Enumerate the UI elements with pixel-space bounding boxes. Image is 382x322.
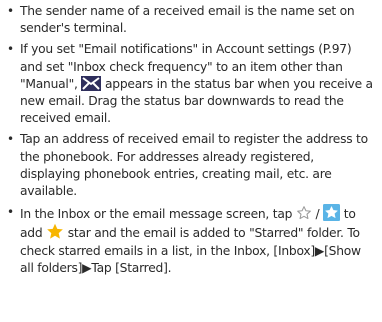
- note-sender-name: The sender name of a received email is t…: [20, 4, 355, 36]
- note-register-phonebook: Tap an address of received email to regi…: [20, 132, 368, 199]
- note-starred-part3: star and the email is added to "Starred"…: [20, 226, 361, 275]
- notes-list: • The sender name of a received email is…: [6, 3, 376, 277]
- star-outline-icon: [296, 205, 312, 221]
- new-email-envelope-icon: [81, 75, 102, 91]
- bullet: •: [7, 205, 14, 220]
- document-page: • The sender name of a received email is…: [0, 0, 382, 322]
- bullet: •: [7, 132, 14, 147]
- yellow-star-icon: [46, 223, 64, 240]
- star-filled-button-icon: [323, 204, 341, 222]
- list-item: • In the Inbox or the email message scre…: [6, 204, 376, 277]
- separator-slash: /: [315, 207, 320, 222]
- bullet: •: [7, 4, 14, 18]
- list-item: • Tap an address of received email to re…: [6, 131, 376, 200]
- list-item: • The sender name of a received email is…: [6, 3, 376, 37]
- note-starred-part1: In the Inbox or the email message screen…: [20, 207, 293, 222]
- bullet: •: [7, 42, 14, 57]
- list-item: • If you set "Email notifications" in Ac…: [6, 41, 376, 127]
